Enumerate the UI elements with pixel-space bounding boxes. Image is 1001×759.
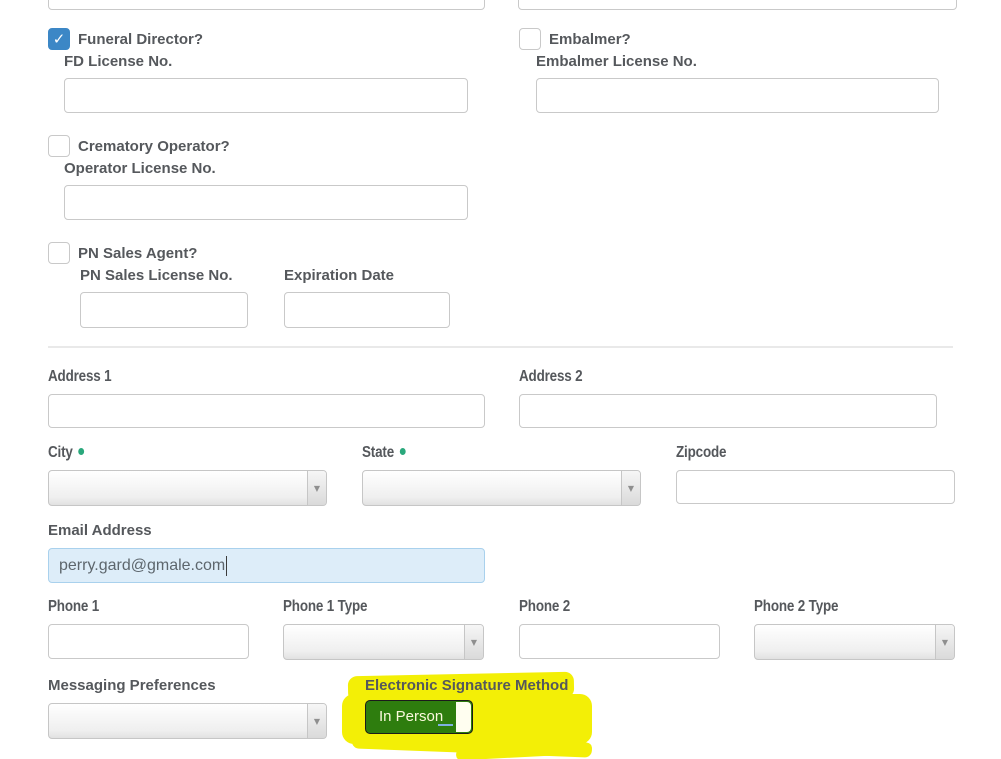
zipcode-label: Zipcode: [676, 444, 727, 461]
required-indicator: [78, 448, 85, 455]
expiration-date-label: Expiration Date: [284, 267, 395, 284]
fd-license-input[interactable]: [64, 78, 468, 113]
chevron-down-icon: ▼: [470, 637, 478, 647]
chevron-down-icon: ▼: [941, 637, 949, 647]
email-value: perry.gard@gmale.com: [59, 556, 226, 574]
chevron-down-icon: ▼: [313, 483, 321, 493]
profile-form: ✓ Funeral Director? FD License No. Embal…: [0, 0, 1001, 759]
embalmer-license-label: Embalmer License No.: [536, 53, 697, 70]
operator-license-label: Operator License No.: [64, 160, 216, 177]
annotation-blue-dash: [438, 724, 453, 726]
email-label: Email Address: [48, 522, 152, 539]
phone1-type-label: Phone 1 Type: [283, 598, 368, 615]
esignature-selected-value: In Person: [379, 708, 444, 725]
partial-input-left[interactable]: [48, 0, 485, 10]
embalmer-license-input[interactable]: [536, 78, 939, 113]
phone2-type-label: Phone 2 Type: [754, 598, 839, 615]
embalmer-label: Embalmer?: [549, 31, 631, 48]
crematory-operator-label: Crematory Operator?: [78, 138, 230, 155]
address2-label: Address 2: [519, 368, 583, 385]
dropdown-arrow-strip: ▼: [307, 471, 326, 505]
section-divider: [48, 346, 953, 348]
text-cursor: [226, 555, 228, 576]
address1-label: Address 1: [48, 368, 112, 385]
embalmer-checkbox[interactable]: [519, 28, 541, 50]
dropdown-arrow-strip: ▼: [621, 471, 640, 505]
expiration-date-input[interactable]: [284, 292, 450, 328]
electronic-signature-method-label: Electronic Signature Method: [365, 677, 569, 694]
crematory-operator-checkbox[interactable]: [48, 135, 70, 157]
address1-input[interactable]: [48, 394, 485, 428]
chevron-down-icon: ▼: [627, 483, 635, 493]
city-label: City: [48, 444, 85, 462]
partial-input-right[interactable]: [518, 0, 957, 10]
chevron-down-icon: ▼: [313, 716, 321, 726]
required-indicator: [399, 448, 406, 455]
dropdown-arrow-strip: ▼: [307, 704, 326, 738]
phone2-label: Phone 2: [519, 598, 571, 615]
phone1-input[interactable]: [48, 624, 249, 659]
fd-license-label: FD License No.: [64, 53, 173, 70]
city-select[interactable]: ▼: [48, 470, 327, 506]
phone2-input[interactable]: [519, 624, 720, 659]
pn-sales-license-input[interactable]: [80, 292, 248, 328]
check-icon: ✓: [52, 29, 66, 48]
phone2-type-select[interactable]: ▼: [754, 624, 955, 660]
state-select[interactable]: ▼: [362, 470, 641, 506]
pn-sales-license-label: PN Sales License No.: [80, 267, 233, 284]
messaging-preferences-label: Messaging Preferences: [48, 677, 216, 694]
operator-license-input[interactable]: [64, 185, 468, 220]
dropdown-arrow-strip: ▼: [935, 625, 954, 659]
pn-sales-agent-label: PN Sales Agent?: [78, 245, 198, 262]
zipcode-input[interactable]: [676, 470, 955, 504]
phone1-type-select[interactable]: ▼: [283, 624, 484, 660]
address2-input[interactable]: [519, 394, 937, 428]
state-label: State: [362, 444, 406, 462]
dropdown-arrow-strip: [456, 702, 471, 732]
dropdown-arrow-strip: ▼: [464, 625, 483, 659]
messaging-preferences-select[interactable]: ▼: [48, 703, 327, 739]
email-input[interactable]: perry.gard@gmale.com: [48, 548, 485, 583]
phone1-label: Phone 1: [48, 598, 100, 615]
electronic-signature-method-select[interactable]: In Person: [365, 700, 473, 734]
pn-sales-agent-checkbox[interactable]: [48, 242, 70, 264]
funeral-director-label: Funeral Director?: [78, 31, 204, 48]
funeral-director-checkbox[interactable]: ✓: [48, 28, 70, 50]
